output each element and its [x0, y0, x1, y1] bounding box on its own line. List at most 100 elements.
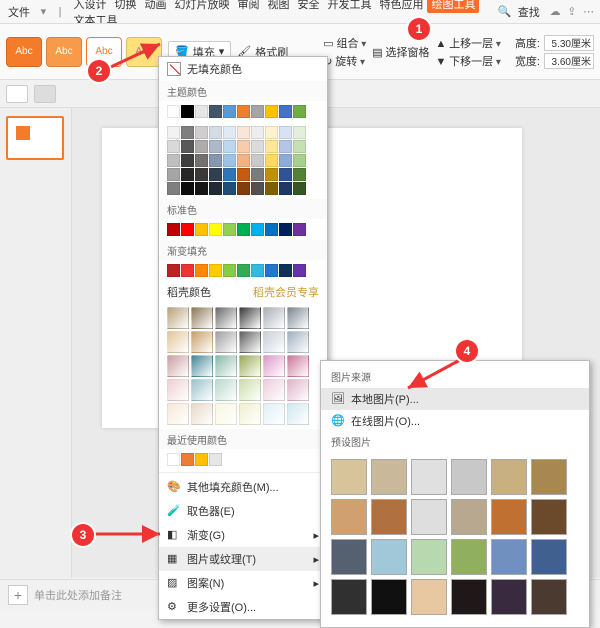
more-fill-colors-item[interactable]: 🎨其他填充颜色(M)...: [159, 475, 327, 499]
gradient-swatch[interactable]: [239, 403, 261, 425]
texture-swatch[interactable]: [331, 459, 367, 495]
color-swatch[interactable]: [293, 168, 306, 181]
color-swatch[interactable]: [293, 223, 306, 236]
color-swatch[interactable]: [195, 140, 208, 153]
texture-swatch[interactable]: [531, 459, 567, 495]
menu-item-8[interactable]: 特色应用: [375, 0, 427, 13]
texture-swatch[interactable]: [411, 539, 447, 575]
color-swatch[interactable]: [251, 105, 264, 118]
selection-pane-button[interactable]: ▤ 选择窗格: [372, 44, 429, 60]
color-swatch[interactable]: [237, 168, 250, 181]
color-swatch[interactable]: [279, 264, 292, 277]
pattern-item[interactable]: ▨图案(N)▸: [159, 571, 327, 595]
color-swatch[interactable]: [181, 140, 194, 153]
color-swatch[interactable]: [195, 264, 208, 277]
menu-item-4[interactable]: 审阅: [233, 0, 263, 13]
color-swatch[interactable]: [279, 168, 292, 181]
menu-item-1[interactable]: 切换: [110, 0, 140, 13]
color-swatch[interactable]: [209, 154, 222, 167]
color-swatch[interactable]: [195, 105, 208, 118]
gradient-swatch[interactable]: [167, 307, 189, 329]
color-swatch[interactable]: [293, 105, 306, 118]
color-swatch[interactable]: [251, 126, 264, 139]
eyedropper-item[interactable]: 🧪取色器(E): [159, 499, 327, 523]
gradient-swatch[interactable]: [191, 355, 213, 377]
texture-swatch[interactable]: [531, 539, 567, 575]
menu-item-2[interactable]: 动画: [140, 0, 170, 13]
gradient-swatch[interactable]: [239, 355, 261, 377]
color-swatch[interactable]: [223, 182, 236, 195]
texture-swatch[interactable]: [531, 579, 567, 615]
color-swatch[interactable]: [251, 168, 264, 181]
texture-swatch[interactable]: [451, 499, 487, 535]
color-swatch[interactable]: [293, 154, 306, 167]
color-swatch[interactable]: [167, 154, 180, 167]
move-down-button[interactable]: ▼ 下移一层 ▾: [435, 53, 500, 69]
gradient-swatch[interactable]: [215, 379, 237, 401]
color-swatch[interactable]: [237, 154, 250, 167]
color-swatch[interactable]: [195, 223, 208, 236]
color-swatch[interactable]: [251, 182, 264, 195]
more-settings-item[interactable]: ⚙更多设置(O)...: [159, 595, 327, 619]
shape-style-2[interactable]: Abc: [46, 37, 82, 67]
texture-swatch[interactable]: [491, 579, 527, 615]
gradient-swatch[interactable]: [239, 307, 261, 329]
texture-swatch[interactable]: [411, 579, 447, 615]
gradient-swatch[interactable]: [239, 379, 261, 401]
menu-item-6[interactable]: 安全: [293, 0, 323, 13]
height-input[interactable]: [544, 35, 594, 51]
color-swatch[interactable]: [209, 140, 222, 153]
menu-item-9[interactable]: 绘图工具: [427, 0, 479, 13]
color-swatch[interactable]: [209, 182, 222, 195]
color-swatch[interactable]: [167, 453, 180, 466]
color-swatch[interactable]: [209, 223, 222, 236]
texture-swatch[interactable]: [331, 579, 367, 615]
more-icon[interactable]: ⋯: [581, 4, 596, 20]
color-swatch[interactable]: [181, 154, 194, 167]
color-swatch[interactable]: [195, 154, 208, 167]
color-swatch[interactable]: [265, 105, 278, 118]
gradient-swatch[interactable]: [191, 379, 213, 401]
add-slide-button[interactable]: +: [8, 585, 28, 605]
color-swatch[interactable]: [265, 223, 278, 236]
gradient-swatch[interactable]: [191, 307, 213, 329]
color-swatch[interactable]: [181, 453, 194, 466]
color-swatch[interactable]: [279, 126, 292, 139]
color-swatch[interactable]: [237, 182, 250, 195]
color-swatch[interactable]: [195, 182, 208, 195]
gradient-swatch[interactable]: [215, 403, 237, 425]
gradient-swatch[interactable]: [263, 307, 285, 329]
color-swatch[interactable]: [181, 264, 194, 277]
picture-or-texture-item[interactable]: ▦图片或纹理(T)▸: [159, 547, 327, 571]
share-icon[interactable]: ⇪: [565, 4, 580, 20]
color-swatch[interactable]: [181, 182, 194, 195]
gradient-swatch[interactable]: [239, 331, 261, 353]
color-swatch[interactable]: [167, 105, 180, 118]
gradient-swatch[interactable]: [215, 331, 237, 353]
color-swatch[interactable]: [181, 105, 194, 118]
gradient-swatch[interactable]: [263, 355, 285, 377]
color-swatch[interactable]: [223, 105, 236, 118]
texture-swatch[interactable]: [451, 539, 487, 575]
color-swatch[interactable]: [209, 453, 222, 466]
color-swatch[interactable]: [181, 126, 194, 139]
color-swatch[interactable]: [195, 168, 208, 181]
color-swatch[interactable]: [293, 264, 306, 277]
color-swatch[interactable]: [167, 223, 180, 236]
shape-style-4[interactable]: Abc: [126, 37, 162, 67]
color-swatch[interactable]: [237, 223, 250, 236]
rotate-button[interactable]: ↻ 旋转 ▾: [323, 53, 366, 69]
gradient-swatch[interactable]: [167, 355, 189, 377]
gradient-swatch[interactable]: [167, 379, 189, 401]
color-swatch[interactable]: [195, 453, 208, 466]
color-swatch[interactable]: [223, 168, 236, 181]
texture-swatch[interactable]: [331, 539, 367, 575]
color-swatch[interactable]: [237, 264, 250, 277]
color-swatch[interactable]: [279, 182, 292, 195]
gradient-swatch[interactable]: [191, 403, 213, 425]
menu-item-7[interactable]: 开发工具: [323, 0, 375, 13]
color-swatch[interactable]: [265, 264, 278, 277]
menu-item-5[interactable]: 视图: [263, 0, 293, 13]
shape-style-1[interactable]: Abc: [6, 37, 42, 67]
texture-swatch[interactable]: [331, 499, 367, 535]
